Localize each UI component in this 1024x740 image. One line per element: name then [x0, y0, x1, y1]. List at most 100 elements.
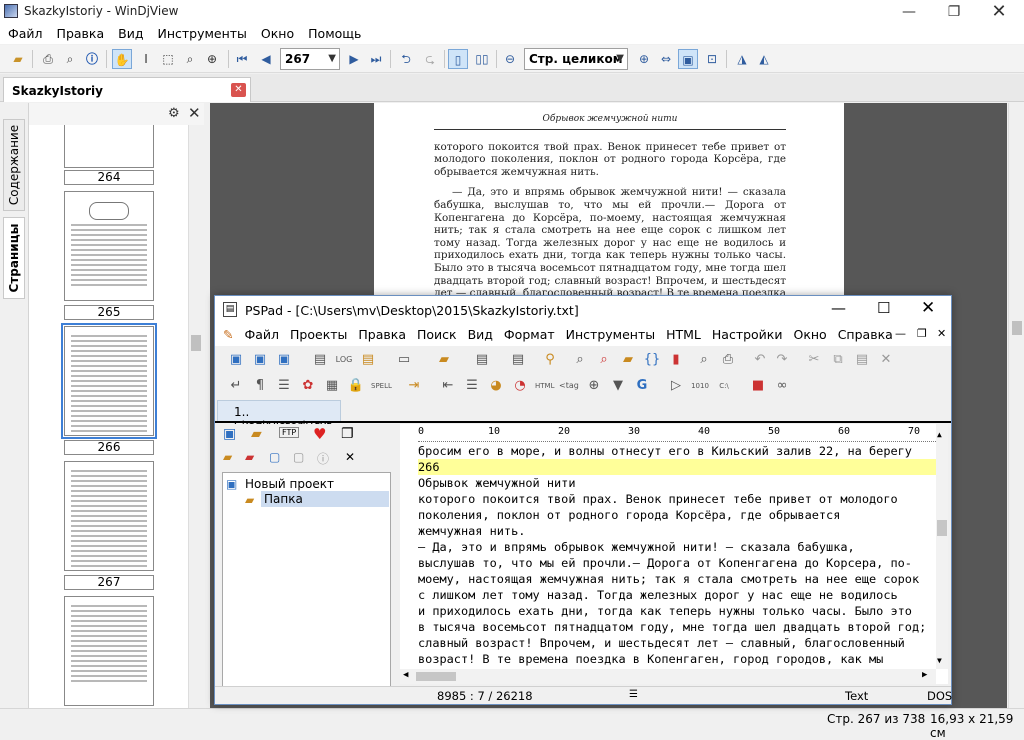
tree-item-project[interactable]: Новый проект	[245, 477, 334, 491]
settings-icon[interactable]: ▤	[359, 351, 377, 369]
zoom-rect-icon[interactable]: ⌕	[180, 49, 200, 69]
pilcrow-icon[interactable]: ¶	[251, 377, 269, 395]
page-thumbnail-264[interactable]	[64, 125, 154, 168]
info-icon[interactable]: ⓘ	[82, 49, 102, 69]
viewer-scrollbar[interactable]	[1008, 103, 1024, 708]
tab-pages[interactable]: Страницы	[3, 217, 25, 299]
pspad-menu-tools[interactable]: Инструменты	[560, 324, 660, 342]
thumbnail-scrollbar[interactable]	[188, 125, 203, 708]
menu-edit[interactable]: Правка	[49, 24, 111, 41]
copy-icon[interactable]: ⧉	[829, 351, 847, 369]
previous-page-icon[interactable]: ◀	[256, 49, 276, 69]
properties-icon[interactable]: ⓘ	[317, 450, 329, 467]
print-icon[interactable]: ⎙	[38, 49, 58, 69]
brackets-icon[interactable]: {}	[643, 351, 661, 369]
pspad-minimize-button[interactable]: —	[831, 299, 846, 317]
rotate-right-icon[interactable]: ◭	[754, 49, 774, 69]
add-file-icon[interactable]: ▢	[269, 450, 280, 464]
pspad-menu-html[interactable]: HTML	[660, 324, 706, 342]
gear-icon[interactable]: ⚙	[168, 106, 180, 121]
remove-folder-icon[interactable]: ▰	[245, 450, 254, 464]
editor-vscroll[interactable]: ▲ ▼	[936, 424, 948, 669]
new-project-icon[interactable]: ▣	[251, 351, 269, 369]
scroll-down-icon[interactable]: ▼	[937, 656, 942, 665]
editor-hscroll[interactable]: ◀ ▶	[400, 669, 936, 684]
scroll-left-icon[interactable]: ◀	[403, 670, 408, 680]
project-tab-icon[interactable]: ▣	[223, 426, 236, 442]
mdi-close-icon[interactable]: ✕	[937, 327, 946, 340]
paste-icon[interactable]: ▤	[853, 351, 871, 369]
minimize-button[interactable]: —	[898, 2, 920, 22]
hex-icon[interactable]: 1010	[691, 377, 709, 395]
rotate-left-icon[interactable]: ◮	[732, 49, 752, 69]
mdi-restore-icon[interactable]: ❐	[917, 327, 927, 340]
actual-size-icon[interactable]: ⊡	[702, 49, 722, 69]
page-number-input[interactable]: 267 ▼	[280, 48, 340, 70]
pspad-menu-file[interactable]: Файл	[238, 324, 284, 342]
ftp-tab-icon[interactable]: FTP	[279, 427, 300, 438]
page-thumbnail-267[interactable]	[64, 461, 154, 571]
page-thumbnail-268[interactable]	[64, 596, 154, 706]
explorer-icon[interactable]: ⚲	[541, 351, 559, 369]
hand-tool-icon[interactable]: ✋	[112, 49, 132, 69]
pspad-menu-search[interactable]: Поиск	[411, 324, 462, 342]
zoom-in-icon[interactable]: ⊕	[634, 49, 654, 69]
scroll-thumb[interactable]	[416, 672, 456, 681]
cut-icon[interactable]: ✂	[805, 351, 823, 369]
document-tab[interactable]: SkazkyIstoriy ✕	[3, 77, 251, 102]
new-file-icon[interactable]: ▣	[227, 351, 245, 369]
open-files-tab-icon[interactable]: ❐	[341, 426, 354, 442]
open-folder-icon[interactable]: ▰	[8, 49, 28, 69]
menu-help[interactable]: Помощь	[300, 24, 367, 41]
scroll-thumb[interactable]	[1012, 321, 1022, 335]
console-icon[interactable]: C:\	[715, 377, 733, 395]
zoom-out-icon[interactable]: ⊖	[500, 49, 520, 69]
tree-item-folder[interactable]: Папка	[261, 491, 389, 507]
open-icon[interactable]: ▰	[435, 351, 453, 369]
scroll-right-icon[interactable]: ▶	[922, 670, 927, 680]
mdi-minimize-icon[interactable]: —	[895, 327, 906, 340]
open-file-icon[interactable]: ▣	[275, 351, 293, 369]
save-icon[interactable]: ▤	[473, 351, 491, 369]
magnifier-icon[interactable]: ⊕	[202, 49, 222, 69]
glasses-icon[interactable]: ∞	[773, 377, 791, 395]
pspad-menu-window[interactable]: Окно	[787, 324, 831, 342]
first-page-icon[interactable]: ⏮	[232, 49, 252, 69]
pspad-menu-help[interactable]: Справка	[832, 324, 898, 342]
clip-icon[interactable]: ▦	[323, 377, 341, 395]
menu-tools[interactable]: Инструменты	[149, 24, 252, 41]
page-thumbnail-266[interactable]	[61, 323, 157, 439]
menu-view[interactable]: Вид	[110, 24, 149, 41]
pspad-menu-view[interactable]: Вид	[462, 324, 498, 342]
pspad-maximize-button[interactable]: ☐	[877, 299, 890, 317]
tag-icon[interactable]: <tag	[559, 377, 579, 395]
preview-icon[interactable]: ⌕	[695, 351, 713, 369]
macro-icon[interactable]: ⇥	[405, 377, 423, 395]
google-icon[interactable]: G	[633, 377, 651, 395]
continuous-layout-icon[interactable]: ▯	[448, 49, 468, 69]
run-icon[interactable]: ▷	[667, 377, 685, 395]
text-select-icon[interactable]: I	[136, 49, 156, 69]
new-document-icon[interactable]: ▭	[395, 351, 413, 369]
two-page-layout-icon[interactable]: ▯▯	[472, 49, 492, 69]
line-numbers-icon[interactable]: ☰	[275, 377, 293, 395]
next-page-icon[interactable]: ▶	[344, 49, 364, 69]
fit-width-icon[interactable]: ⇔	[656, 49, 676, 69]
menu-window[interactable]: Окно	[253, 24, 300, 41]
back-icon[interactable]: ⮌	[396, 49, 416, 69]
pspad-menu-edit[interactable]: Правка	[352, 324, 411, 342]
page-thumbnail-265[interactable]	[64, 191, 154, 301]
pspad-menu-format[interactable]: Формат	[498, 324, 560, 342]
html-tag-icon[interactable]: HTML	[535, 377, 554, 395]
favorites-heart-icon[interactable]: ♥	[313, 425, 326, 443]
print-icon[interactable]: ⎙	[719, 351, 737, 369]
redo-icon[interactable]: ↷	[773, 351, 791, 369]
fit-page-icon[interactable]: ▣	[678, 49, 698, 69]
forward-icon[interactable]: ⮎	[420, 49, 440, 69]
close-icon[interactable]: ✕	[188, 104, 201, 122]
spell-check-icon[interactable]: SPELL	[371, 377, 392, 395]
pspad-menu-settings[interactable]: Настройки	[706, 324, 788, 342]
find-icon[interactable]: ⌕	[60, 49, 80, 69]
scroll-thumb[interactable]	[191, 335, 201, 351]
record-icon[interactable]: ■	[749, 377, 767, 395]
